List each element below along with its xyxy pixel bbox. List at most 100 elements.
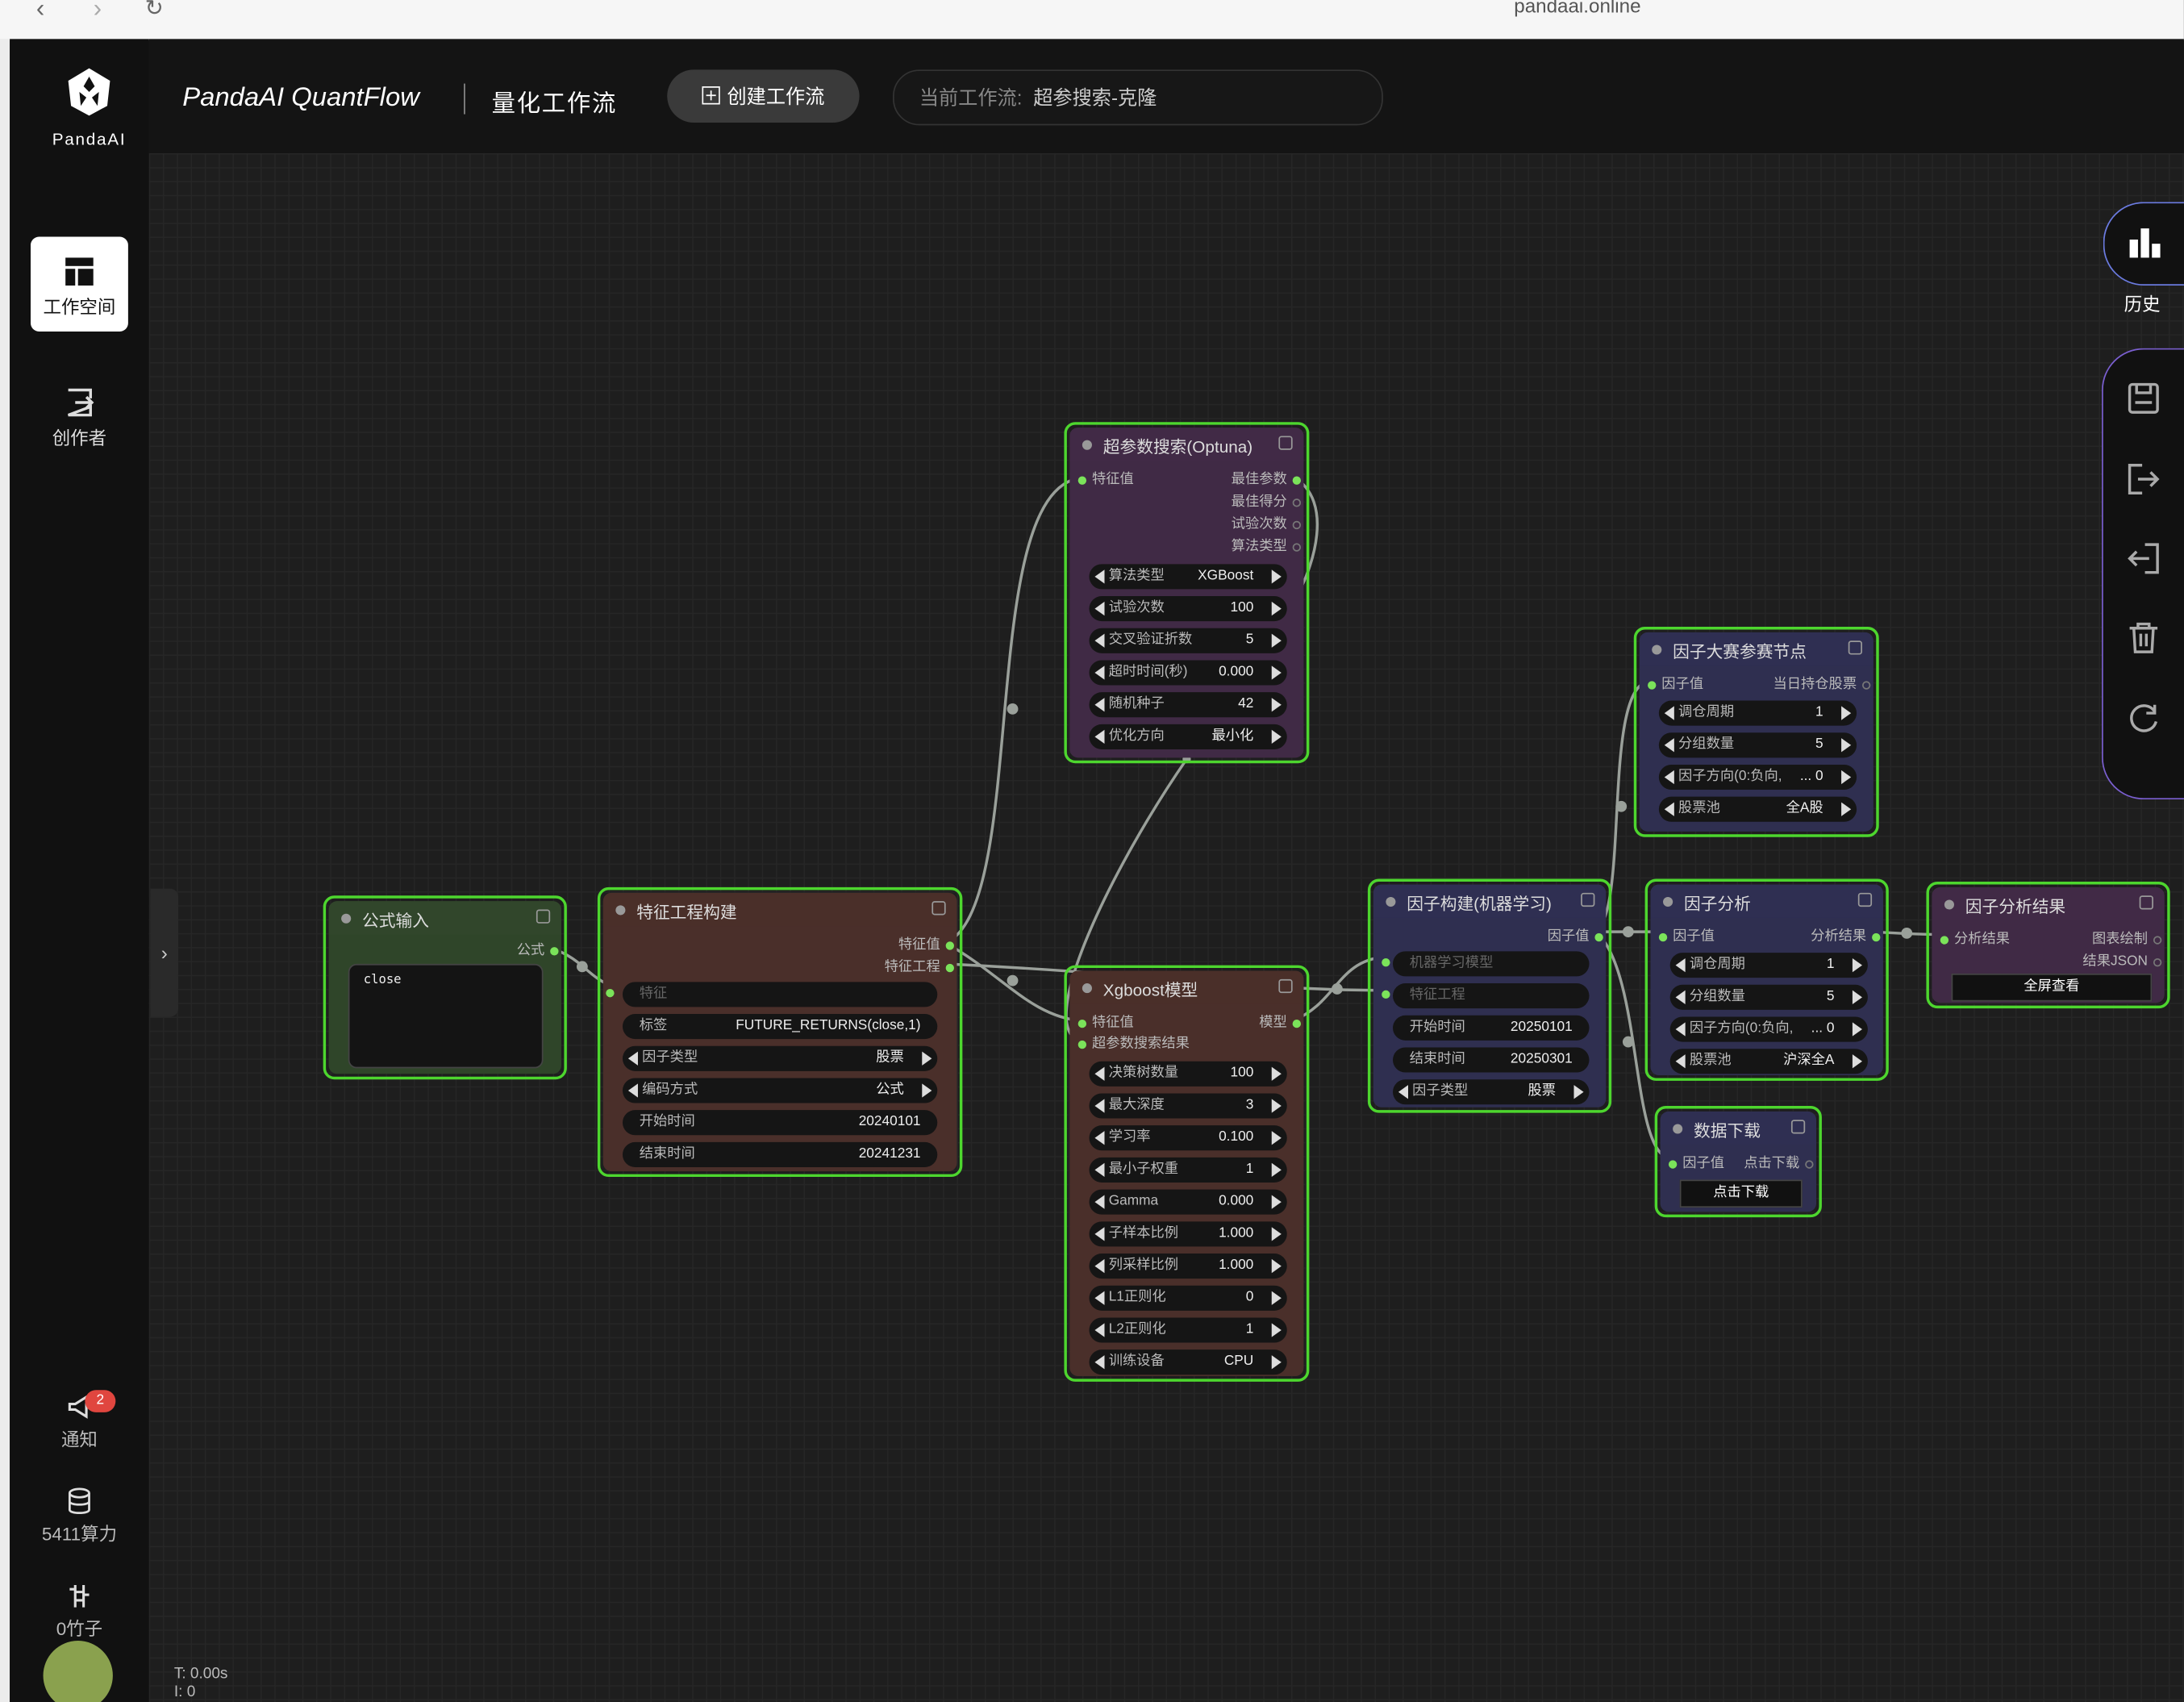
arrow-left-icon[interactable] bbox=[1094, 569, 1105, 584]
arrow-left-icon[interactable] bbox=[1675, 1022, 1686, 1037]
optuna-widget[interactable]: 随机种子 42 bbox=[1089, 692, 1287, 718]
arrow-left-icon[interactable] bbox=[1675, 957, 1686, 973]
factor-type-combo[interactable]: 因子类型 股票 bbox=[1393, 1079, 1590, 1105]
node-data-download[interactable]: 数据下载 因子值 点击下载 点击下载 bbox=[1654, 1105, 1822, 1218]
input-port-search-result[interactable]: 超参数搜索结果 bbox=[1077, 1037, 1190, 1053]
input-port-factor-value[interactable]: 因子值 bbox=[1648, 677, 1703, 694]
node-analysis-result[interactable]: 因子分析结果 分析结果 图表绘制 结果JSON 全屏查看 bbox=[1926, 882, 2170, 1009]
output-port-algo[interactable]: 算法类型 bbox=[1232, 539, 1302, 556]
edit-icon[interactable] bbox=[1857, 892, 1873, 907]
xgb-widget[interactable]: Gamma 0.000 bbox=[1089, 1189, 1287, 1215]
arrow-right-icon[interactable] bbox=[1852, 1022, 1862, 1037]
port-dot[interactable] bbox=[1594, 932, 1603, 942]
input-port-feature-value[interactable]: 特征值 bbox=[1077, 472, 1134, 489]
port-dot[interactable] bbox=[1077, 1040, 1087, 1049]
node-factor-contest[interactable]: 因子大赛参赛节点 因子值 当日持仓股票 调仓周期 1 分组数量 5 因子方向(0:负… bbox=[1633, 627, 1879, 837]
feature-engineering-slot[interactable]: 特征工程 bbox=[1393, 983, 1590, 1009]
xgb-widget[interactable]: 决策树数量 100 bbox=[1089, 1061, 1287, 1087]
output-port-best-score[interactable]: 最佳得分 bbox=[1232, 494, 1302, 511]
arrow-right-icon[interactable] bbox=[1271, 1227, 1282, 1241]
edit-icon[interactable] bbox=[1278, 978, 1293, 994]
arrow-right-icon[interactable] bbox=[1841, 738, 1852, 753]
port-dot[interactable] bbox=[1872, 932, 1881, 942]
node-factor-analysis[interactable]: 因子分析 因子值 分析结果 调仓周期 1 分组数量 5 因子方向(0:负向, ... … bbox=[1644, 878, 1889, 1081]
arrow-right-icon[interactable] bbox=[1852, 1054, 1862, 1069]
arrow-right-icon[interactable] bbox=[1271, 729, 1282, 745]
optuna-widget[interactable]: 超时时间(秒) 0.000 bbox=[1089, 660, 1287, 686]
contest-widget[interactable]: 因子方向(0:负向, ... 0 bbox=[1658, 764, 1857, 791]
node-xgboost-model[interactable]: Xgboost模型 特征值 超参数搜索结果 模型 决策树数量 100 最大深度 3 … bbox=[1064, 965, 1310, 1382]
edit-icon[interactable] bbox=[536, 909, 551, 924]
output-port-feature-value[interactable]: 特征值 bbox=[898, 937, 954, 954]
edit-icon[interactable] bbox=[1848, 640, 1862, 655]
optuna-widget[interactable]: 优化方向 最小化 bbox=[1089, 724, 1287, 749]
arrow-left-icon[interactable] bbox=[1094, 1323, 1105, 1337]
port-dot[interactable] bbox=[945, 963, 954, 973]
xgb-widget[interactable]: 学习率 0.100 bbox=[1089, 1125, 1287, 1151]
arrow-left-icon[interactable] bbox=[1664, 802, 1674, 816]
arrow-right-icon[interactable] bbox=[1841, 770, 1852, 785]
node-header[interactable]: 超参数搜索(Optuna) bbox=[1069, 428, 1304, 461]
node-optuna-search[interactable]: 超参数搜索(Optuna) 特征值 最佳参数 最佳得分 试验次数 算法类型 算法… bbox=[1064, 422, 1310, 764]
arrow-left-icon[interactable] bbox=[1094, 1258, 1105, 1274]
factor-type-combo[interactable]: 因子类型 股票 bbox=[622, 1045, 938, 1071]
contest-widget[interactable]: 股票池 全A股 bbox=[1658, 796, 1857, 822]
output-port-best-params[interactable]: 最佳参数 bbox=[1232, 472, 1302, 489]
arrow-right-icon[interactable] bbox=[1271, 698, 1282, 712]
analysis-widget[interactable]: 调仓周期 1 bbox=[1669, 953, 1868, 978]
edit-icon[interactable] bbox=[2139, 895, 2153, 910]
arrow-left-icon[interactable] bbox=[1094, 729, 1105, 745]
arrow-right-icon[interactable] bbox=[1573, 1085, 1584, 1099]
port-dot[interactable] bbox=[1861, 681, 1871, 690]
output-port-formula[interactable]: 公式 bbox=[517, 943, 559, 960]
ml-model-slot[interactable]: 机器学习模型 bbox=[1393, 951, 1590, 977]
xgb-widget[interactable]: 最小子权重 1 bbox=[1089, 1157, 1287, 1183]
port-dot[interactable] bbox=[1292, 1019, 1302, 1028]
port-dot[interactable] bbox=[1805, 1160, 1814, 1169]
arrow-right-icon[interactable] bbox=[1271, 1355, 1282, 1370]
xgb-widget[interactable]: 子样本比例 1.000 bbox=[1089, 1221, 1287, 1247]
xgb-widget[interactable]: 最大深度 3 bbox=[1089, 1093, 1287, 1119]
xgb-widget[interactable]: 训练设备 CPU bbox=[1089, 1350, 1287, 1375]
node-header[interactable]: 数据下载 bbox=[1660, 1111, 1817, 1145]
arrow-left-icon[interactable] bbox=[1675, 990, 1686, 1004]
arrow-left-icon[interactable] bbox=[1094, 1162, 1105, 1178]
node-header[interactable]: 因子大赛参赛节点 bbox=[1639, 632, 1873, 666]
optuna-widget[interactable]: 算法类型 XGBoost bbox=[1089, 564, 1287, 590]
arrow-left-icon[interactable] bbox=[1094, 1355, 1105, 1370]
node-header[interactable]: 因子分析 bbox=[1650, 884, 1883, 918]
arrow-right-icon[interactable] bbox=[1271, 1291, 1282, 1305]
collapse-dot[interactable] bbox=[615, 905, 626, 916]
node-header[interactable]: 因子构建(机器学习) bbox=[1373, 884, 1607, 918]
node-feature-engineering[interactable]: 特征工程构建 特征值 特征工程 特征 标签 FUTURE_RETURNS(clos… bbox=[597, 886, 963, 1178]
collapse-dot[interactable] bbox=[1663, 896, 1673, 907]
arrow-left-icon[interactable] bbox=[627, 1051, 638, 1066]
output-port-download[interactable]: 点击下载 bbox=[1744, 1156, 1814, 1173]
collapse-dot[interactable] bbox=[1944, 899, 1954, 910]
port-dot[interactable] bbox=[550, 947, 559, 956]
port-dot[interactable] bbox=[1668, 1160, 1678, 1169]
port-dot[interactable] bbox=[1382, 990, 1390, 999]
encoding-combo[interactable]: 编码方式 公式 bbox=[622, 1078, 938, 1103]
edit-icon[interactable] bbox=[932, 901, 946, 916]
port-dot[interactable] bbox=[1292, 543, 1302, 552]
feature-input[interactable]: 特征 bbox=[622, 982, 938, 1007]
optuna-widget[interactable]: 交叉验证折数 5 bbox=[1089, 628, 1287, 653]
collapse-dot[interactable] bbox=[1082, 440, 1092, 450]
node-factor-ml[interactable]: 因子构建(机器学习) 因子值 机器学习模型 特征工程 开始时间 20250101 … bbox=[1367, 878, 1612, 1113]
port-dot[interactable] bbox=[1648, 681, 1657, 690]
node-header[interactable]: 因子分析结果 bbox=[1932, 886, 2165, 921]
arrow-right-icon[interactable] bbox=[1271, 633, 1282, 648]
input-port-feature-value[interactable]: 特征值 bbox=[1077, 1016, 1134, 1032]
contest-widget[interactable]: 分组数量 5 bbox=[1658, 732, 1857, 758]
arrow-right-icon[interactable] bbox=[922, 1083, 932, 1098]
collapse-dot[interactable] bbox=[1386, 896, 1396, 907]
arrow-left-icon[interactable] bbox=[1664, 738, 1674, 753]
arrow-right-icon[interactable] bbox=[1271, 1162, 1282, 1178]
arrow-left-icon[interactable] bbox=[1664, 706, 1674, 720]
output-port-json[interactable]: 结果JSON bbox=[2082, 954, 2162, 971]
arrow-right-icon[interactable] bbox=[1271, 1099, 1282, 1113]
arrow-right-icon[interactable] bbox=[1271, 601, 1282, 616]
node-formula-input[interactable]: 公式输入 公式 close bbox=[323, 895, 567, 1080]
arrow-left-icon[interactable] bbox=[1094, 665, 1105, 680]
